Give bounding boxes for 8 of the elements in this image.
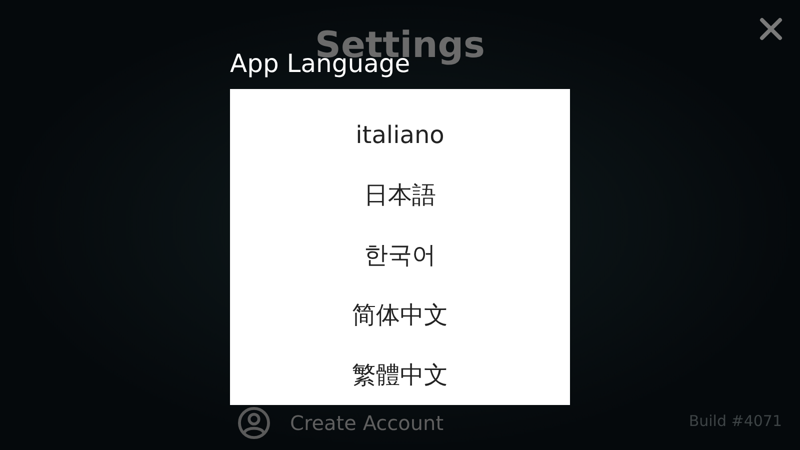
build-label: Build #4071 — [688, 410, 782, 432]
language-option[interactable]: 简体中文 — [230, 285, 570, 345]
close-icon[interactable] — [758, 16, 784, 42]
language-option[interactable]: 한국어 — [230, 225, 570, 285]
person-icon — [238, 407, 270, 439]
language-option[interactable]: 日本語 — [230, 165, 570, 225]
language-option[interactable]: italiano — [230, 105, 570, 165]
language-option[interactable]: 繁體中文 — [230, 345, 570, 405]
